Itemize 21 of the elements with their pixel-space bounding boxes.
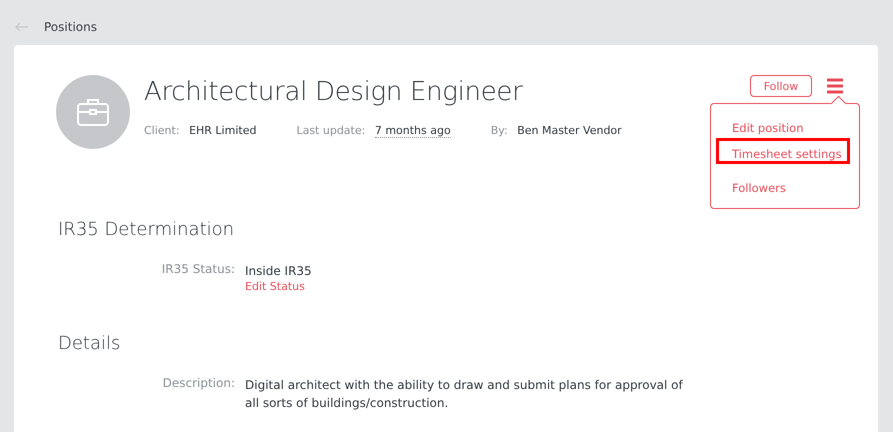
- meta-label: Last update:: [296, 124, 366, 137]
- follow-button[interactable]: Follow: [750, 75, 812, 97]
- menu-item[interactable]: Edit position: [716, 112, 850, 138]
- menu-item[interactable]: Followers: [716, 172, 850, 198]
- section-title: IR35 Determination: [57, 219, 236, 240]
- field-label: Description:: [162, 376, 235, 392]
- edit-link[interactable]: Edit Status: [245, 280, 695, 293]
- meta-label: Client:: [144, 124, 180, 137]
- position-title: Architectural Design Engineer: [144, 76, 524, 109]
- meta-label: By:: [490, 124, 508, 137]
- field-value: Inside IR35: [245, 263, 313, 280]
- menu-item[interactable]: Timesheet settings: [716, 138, 850, 164]
- field-value: Digital architect with the ability to draw and submit plans for approval of all sorts of buildings/construction.: [245, 377, 684, 412]
- meta-value: EHR Limited: [189, 124, 256, 137]
- field-label: IR35 Status:: [160, 262, 235, 278]
- breadcrumb-link[interactable]: Positions: [44, 20, 97, 34]
- meta-value: Ben Master Vendor: [517, 124, 622, 137]
- menu-icon[interactable]: [826, 78, 844, 94]
- meta-value: 7 months ago: [374, 124, 451, 138]
- briefcase-icon: [76, 97, 110, 127]
- section-title: Details: [57, 333, 122, 354]
